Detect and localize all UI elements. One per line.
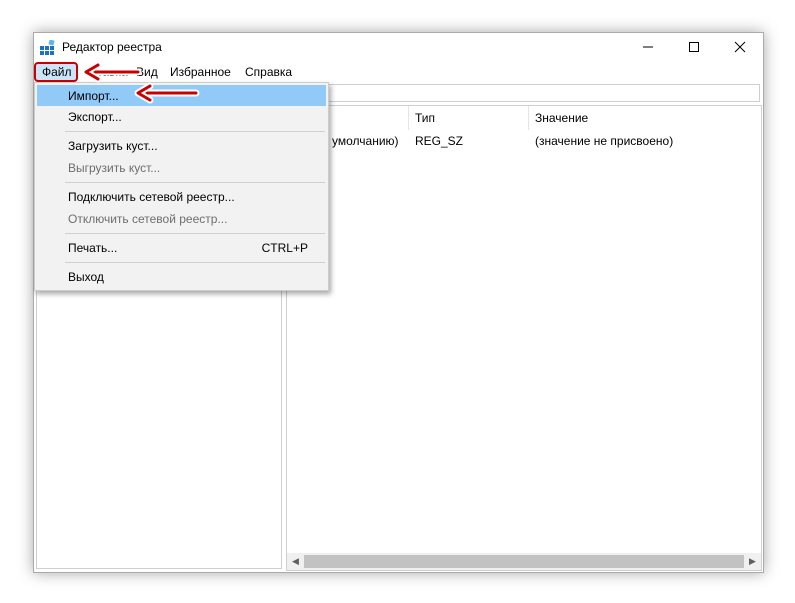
menu-item-connect-network-registry[interactable]: Подключить сетевой реестр... bbox=[37, 186, 326, 207]
menu-help[interactable]: Справка bbox=[245, 65, 292, 79]
menu-separator bbox=[65, 131, 325, 132]
minimize-button[interactable] bbox=[625, 33, 671, 61]
menu-item-unload-hive: Выгрузить куст... bbox=[68, 161, 161, 175]
minimize-icon bbox=[643, 46, 653, 48]
menu-item-import[interactable]: Импорт... bbox=[37, 85, 326, 106]
registry-editor-icon bbox=[40, 40, 55, 55]
values-list-pane[interactable]: Тип Значение умолчанию) REG_SZ (значение… bbox=[286, 105, 762, 571]
menu-edit[interactable]: Правка bbox=[87, 65, 128, 79]
close-icon bbox=[734, 41, 746, 53]
menu-file[interactable]: Файл bbox=[34, 62, 78, 82]
menu-favorites[interactable]: Избранное bbox=[170, 65, 231, 79]
menu-item-export[interactable]: Экспорт... bbox=[37, 106, 326, 127]
row-name[interactable]: умолчанию) bbox=[332, 134, 399, 148]
menu-bar: Файл Правка Вид Избранное Справка bbox=[34, 62, 763, 82]
row-value: (значение не присвоено) bbox=[535, 134, 674, 148]
row-type: REG_SZ bbox=[415, 134, 464, 148]
menu-item-print[interactable]: Печать... CTRL+P bbox=[37, 237, 326, 258]
horizontal-scrollbar[interactable]: ◀ ▶ bbox=[287, 553, 761, 570]
close-button[interactable] bbox=[717, 33, 763, 61]
file-menu-dropdown: Импорт... Экспорт... Загрузить куст... В… bbox=[34, 82, 329, 291]
column-header-value[interactable]: Значение bbox=[529, 106, 761, 130]
menu-item-exit[interactable]: Выход bbox=[37, 266, 326, 287]
scroll-right-icon[interactable]: ▶ bbox=[744, 553, 761, 570]
menu-item-disconnect-network-registry: Отключить сетевой реестр... bbox=[68, 212, 228, 226]
scrollbar-thumb[interactable] bbox=[304, 555, 744, 568]
title-bar: Редактор реестра bbox=[34, 33, 763, 61]
print-shortcut: CTRL+P bbox=[261, 241, 308, 255]
menu-view[interactable]: Вид bbox=[136, 65, 158, 79]
window-title: Редактор реестра bbox=[62, 40, 162, 54]
menu-item-load-hive[interactable]: Загрузить куст... bbox=[37, 135, 326, 156]
maximize-icon bbox=[689, 42, 699, 52]
maximize-button[interactable] bbox=[671, 33, 717, 61]
menu-separator bbox=[65, 233, 325, 234]
column-header-type[interactable]: Тип bbox=[409, 106, 529, 130]
menu-separator bbox=[65, 262, 325, 263]
scroll-left-icon[interactable]: ◀ bbox=[287, 553, 304, 570]
menu-separator bbox=[65, 182, 325, 183]
